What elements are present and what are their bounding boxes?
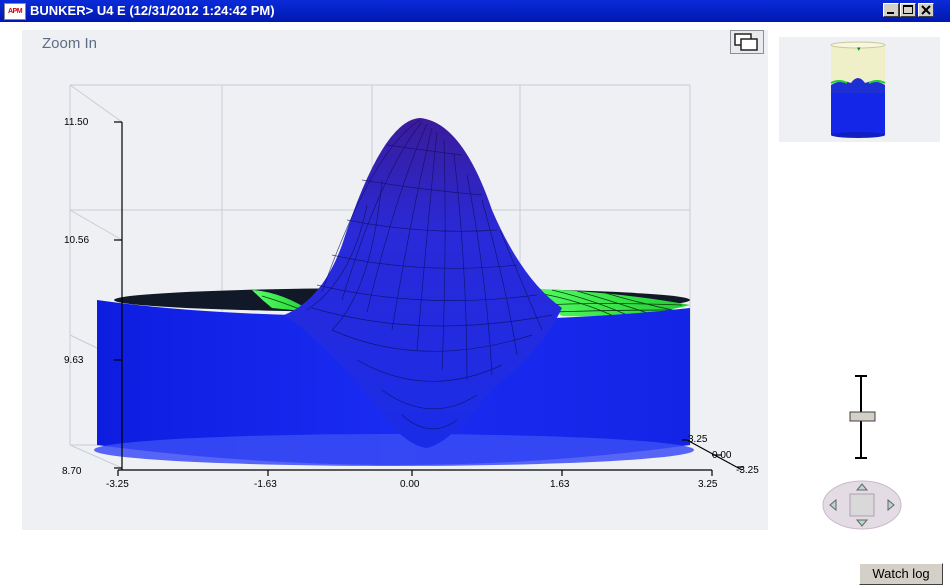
preview-thumbnail[interactable]: ▾: [779, 37, 940, 142]
x-tick-label: -1.63: [254, 479, 277, 490]
watch-log-button[interactable]: Watch log: [859, 563, 943, 585]
window-title: BUNKER> U4 E (12/31/2012 1:24:42 PM): [30, 3, 275, 18]
container-base: [94, 434, 694, 466]
slider-track-icon: [849, 375, 876, 459]
zoom-slider[interactable]: [845, 370, 881, 460]
fit-view-button[interactable]: [730, 30, 764, 54]
depth-tick-label: 0.00: [712, 450, 732, 461]
z-tick-label: 11.50: [64, 117, 89, 128]
surface-plot-panel[interactable]: 11.50 10.56 9.63 8.70 -3.25 -1.63 0.00 1…: [22, 30, 768, 530]
depth-tick-label: 3.25: [688, 434, 708, 445]
depth-tick-label: -3.25: [736, 465, 759, 476]
zoom-in-label[interactable]: Zoom In: [42, 35, 97, 52]
minimize-icon: [887, 12, 894, 14]
z-tick-label: 9.63: [64, 355, 84, 366]
x-tick-label: 1.63: [550, 479, 570, 490]
close-button[interactable]: [918, 3, 934, 17]
client-area: 11.50 10.56 9.63 8.70 -3.25 -1.63 0.00 1…: [0, 22, 950, 587]
x-tick-label: -3.25: [106, 479, 129, 490]
svg-text:▾: ▾: [857, 45, 861, 53]
x-tick-label: 3.25: [698, 479, 718, 490]
maximize-button[interactable]: [900, 3, 916, 17]
app-logo-icon: APM: [4, 3, 26, 20]
z-tick-label: 8.70: [62, 466, 82, 477]
close-icon: [921, 5, 931, 15]
direction-pad-icon: [822, 480, 902, 530]
windows-overlap-icon: [734, 33, 758, 51]
x-axis: [117, 469, 713, 476]
z-tick-label: 10.56: [64, 235, 89, 246]
bunker-preview-icon: ▾: [830, 41, 886, 138]
title-bar: APM BUNKER> U4 E (12/31/2012 1:24:42 PM): [0, 0, 950, 22]
pan-navigation-pad[interactable]: [822, 480, 902, 530]
maximize-icon: [903, 5, 913, 14]
minimize-button[interactable]: [883, 3, 899, 17]
surface-plot[interactable]: 11.50 10.56 9.63 8.70 -3.25 -1.63 0.00 1…: [22, 30, 768, 530]
x-tick-label: 0.00: [400, 479, 420, 490]
